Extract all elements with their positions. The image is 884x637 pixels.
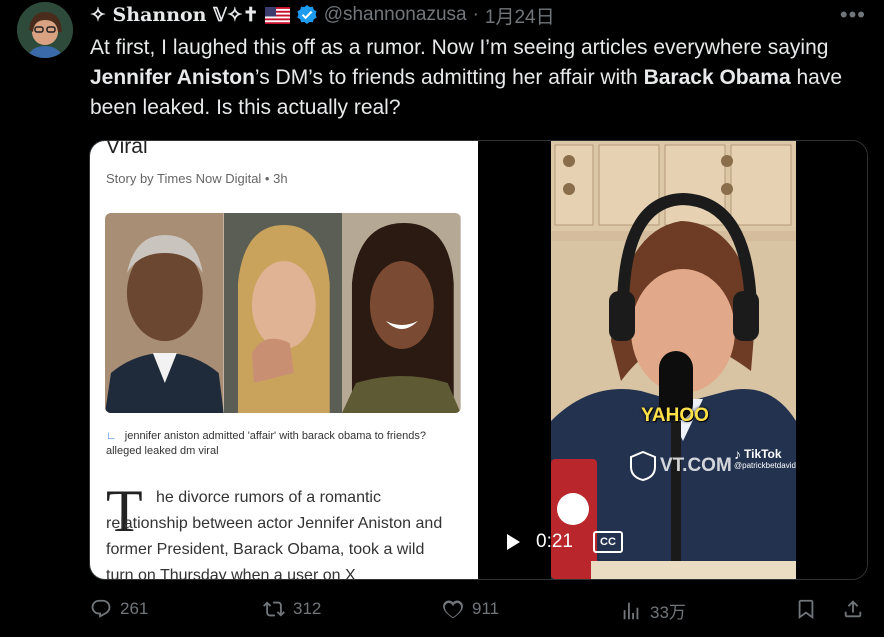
article-byline: Story by Times Now Digital • 3h: [106, 171, 288, 186]
tweet-text-part1: At first, I laughed this off as a rumor.…: [90, 36, 829, 59]
article-heading: Viral: [106, 141, 148, 158]
bookmark-icon: [798, 599, 814, 620]
tweet-text-bold2: Barack Obama: [643, 66, 791, 89]
video-controls: 0:21 CC: [500, 529, 623, 555]
tiktok-handle: @patrickbetdavid: [734, 461, 796, 470]
video-timestamp: 0:21: [536, 531, 573, 552]
tiktok-label: TikTok: [744, 447, 782, 461]
vt-watermark-text: VT.COM: [660, 455, 732, 476]
caption-corner-icon: ∟: [106, 430, 117, 442]
article-photo-caption: ∟ jennifer aniston admitted 'affair' with…: [106, 429, 446, 459]
article-photos: [105, 213, 461, 413]
photo-man: [105, 213, 224, 413]
repost-button[interactable]: 312: [263, 598, 321, 620]
like-count: 911: [472, 599, 500, 618]
reply-button[interactable]: 261: [90, 598, 148, 620]
article-paragraph: he divorce rumors of a romantic relation…: [106, 485, 456, 579]
header-separator: ·: [472, 4, 479, 25]
tweet-text-bold1: Jennifer Aniston: [90, 66, 255, 89]
tweet-date[interactable]: 1月24日: [485, 2, 555, 29]
share-button[interactable]: [842, 598, 864, 620]
photo-woman-blonde: [223, 213, 343, 413]
caption-text: jennifer aniston admitted 'affair' with …: [106, 430, 426, 457]
vt-watermark: VT.COM: [630, 451, 732, 481]
vt-shield-icon: [630, 451, 656, 481]
tweet-text-part2: ’s DM’s to friends admitting her affair …: [254, 66, 644, 89]
verified-badge-icon: [297, 5, 317, 24]
article-screenshot-image[interactable]: Viral Story by Times Now Digital • 3h ∟ …: [90, 141, 478, 579]
like-button[interactable]: 911: [442, 598, 499, 620]
tweet-actions: 261 312 911 33万: [90, 598, 868, 628]
article-paragraph-text: he divorce rumors of a romantic relation…: [106, 489, 443, 579]
bookmark-button[interactable]: [795, 598, 817, 620]
views-chart-icon: [623, 602, 639, 619]
play-icon[interactable]: [500, 529, 526, 555]
share-icon: [844, 600, 862, 618]
reply-icon: [91, 599, 111, 618]
video-frame-image: [551, 141, 796, 579]
heart-icon: [443, 600, 463, 619]
tweet-media[interactable]: Viral Story by Times Now Digital • 3h ∟ …: [89, 140, 868, 580]
yahoo-overlay-text: YAHOO: [641, 405, 709, 426]
tiktok-note-icon: ♪: [734, 446, 741, 462]
author-handle[interactable]: @shannonazusa: [324, 4, 467, 26]
tweet-header: ✧ Shannon 𝕍✧✝ @shannonazusa · 1月24日: [90, 2, 864, 29]
captions-icon[interactable]: CC: [592, 531, 623, 553]
author-display-name[interactable]: ✧ Shannon 𝕍✧✝: [90, 4, 259, 26]
reply-count: 261: [120, 599, 149, 618]
tweet-text: At first, I laughed this off as a rumor.…: [90, 33, 865, 123]
repost-count: 312: [293, 599, 322, 618]
video-player[interactable]: YAHOO VT.COM ♪ TikTok @patrickbetdavid: [478, 141, 867, 579]
views-count: 33万: [650, 603, 686, 622]
tiktok-badge: ♪ TikTok @patrickbetdavid: [734, 446, 796, 470]
more-options-icon[interactable]: •••: [840, 2, 866, 28]
us-flag-icon: [264, 6, 290, 24]
views-button[interactable]: 33万: [620, 598, 686, 623]
photo-woman-dark: [342, 213, 461, 413]
repost-icon: [263, 601, 285, 617]
author-avatar[interactable]: [17, 2, 73, 58]
